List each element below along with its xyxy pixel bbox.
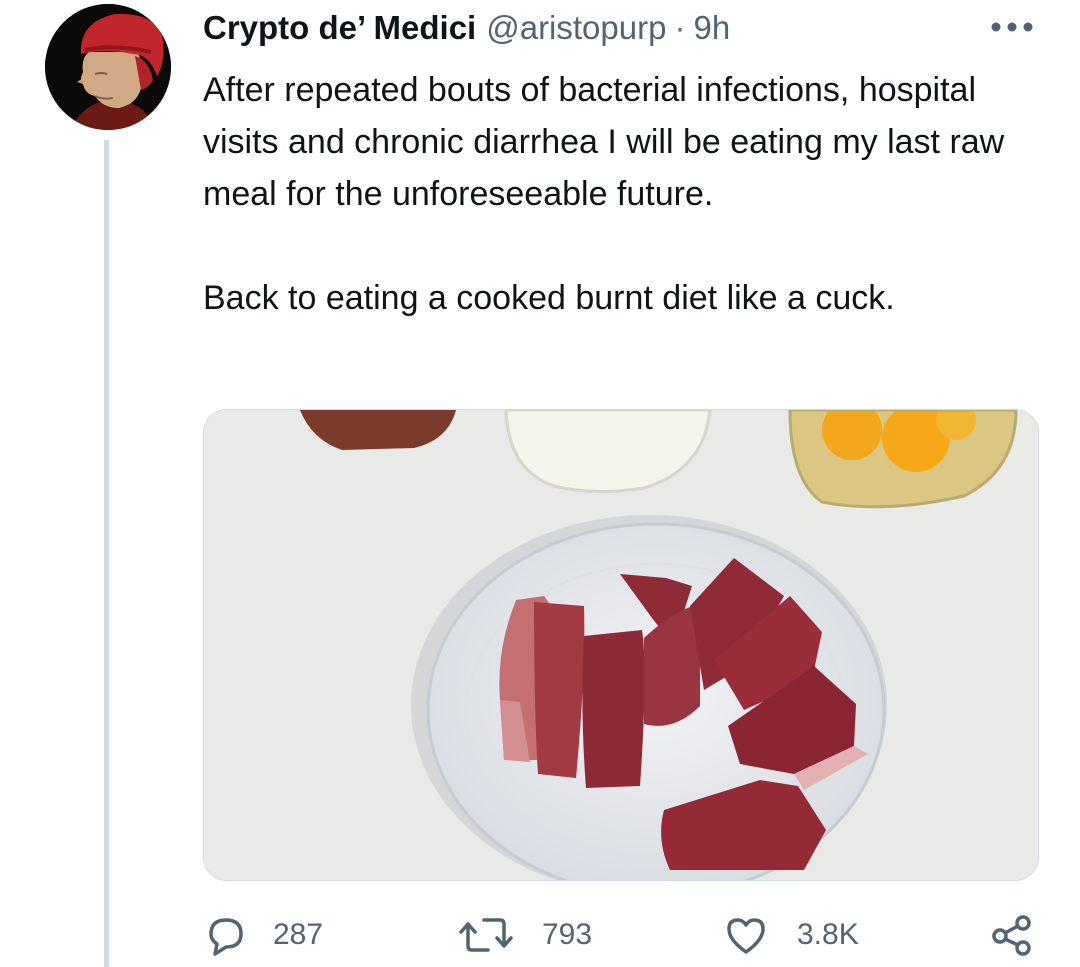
thread-line: [104, 140, 109, 967]
like-button[interactable]: 3.8K: [723, 910, 859, 960]
reply-count: 287: [273, 918, 324, 951]
reply-icon: [209, 918, 243, 956]
tweet-header: Crypto de’ Medici @aristopurp · 9h: [203, 6, 730, 50]
share-icon: [992, 915, 1031, 956]
heart-icon: [727, 918, 765, 954]
tweet-timestamp[interactable]: 9h: [693, 9, 730, 47]
header-separator: ·: [674, 9, 686, 46]
reply-button[interactable]: 287: [203, 910, 323, 960]
photo-image: [204, 410, 1038, 880]
author-handle[interactable]: @aristopurp: [486, 9, 666, 47]
retweet-icon: [459, 918, 513, 952]
author-name[interactable]: Crypto de’ Medici: [203, 9, 476, 47]
share-button[interactable]: [989, 910, 1035, 960]
like-count: 3.8K: [797, 918, 859, 951]
tweet-photo[interactable]: [203, 409, 1039, 881]
tweet-text-paragraph: After repeated bouts of bacterial infect…: [203, 71, 1005, 213]
tweet-text: After repeated bouts of bacterial infect…: [203, 64, 1043, 324]
retweet-count: 793: [542, 918, 593, 951]
portrait-image: [45, 4, 171, 130]
retweet-button[interactable]: 793: [458, 910, 592, 960]
more-options-button[interactable]: [990, 14, 1034, 44]
more-horizontal-icon: [991, 22, 1033, 32]
tweet-text-paragraph: Back to eating a cooked burnt diet like …: [203, 279, 895, 317]
avatar[interactable]: [45, 4, 171, 130]
tweet-actions: 287 793 3.8K: [203, 910, 1037, 960]
